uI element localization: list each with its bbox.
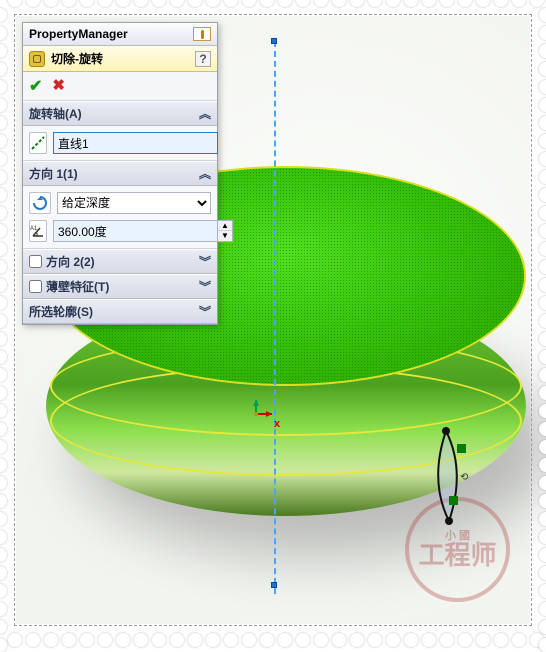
svg-text:A1: A1 (30, 226, 38, 232)
axis-endpoint-top[interactable] (271, 38, 277, 44)
chevron-down-icon[interactable]: ︾ (199, 253, 211, 270)
spin-down-button[interactable]: ▼ (218, 231, 232, 241)
chevron-down-icon[interactable]: ︾ (199, 278, 211, 295)
angle-icon: A1 (29, 220, 47, 242)
chevron-up-icon[interactable]: ︽ (199, 165, 211, 182)
profile-sketch[interactable]: ⟲ (411, 426, 481, 536)
cancel-button[interactable]: ✖ (52, 76, 65, 96)
group-axis-body (23, 126, 217, 161)
ok-button[interactable]: ✔ (29, 76, 42, 96)
watermark-main: 工程师 (418, 540, 496, 570)
group-dir1-body: 给定深度 A1 ▲ ▼ (23, 186, 217, 249)
group-contour-label: 所选轮廓(S) (29, 303, 93, 320)
pin-icon[interactable] (193, 27, 211, 41)
angle-input[interactable] (53, 220, 218, 242)
chevron-down-icon[interactable]: ︾ (199, 303, 211, 320)
group-dir1-label: 方向 1(1) (29, 165, 78, 182)
axis-input[interactable] (53, 132, 218, 154)
group-thin-label: 薄壁特征(T) (46, 278, 109, 295)
group-axis-header[interactable]: 旋转轴(A) ︽ (23, 101, 217, 126)
end-condition-select[interactable]: 给定深度 (57, 192, 211, 214)
stamp-edge-bottom (0, 624, 546, 640)
angle-spinner[interactable]: ▲ ▼ (53, 220, 233, 242)
stamp-edge-left (0, 0, 16, 640)
pm-title-text: PropertyManager (29, 27, 128, 41)
feature-header: 切除-旋转 ? (23, 46, 217, 72)
pm-titlebar[interactable]: PropertyManager (23, 23, 217, 46)
feature-name: 切除-旋转 (51, 50, 103, 67)
spin-up-button[interactable]: ▲ (218, 221, 232, 231)
thin-checkbox[interactable] (29, 280, 42, 293)
axis-endpoint-bottom[interactable] (271, 582, 277, 588)
stamp-edge-right (530, 0, 546, 640)
group-dir1-header[interactable]: 方向 1(1) ︽ (23, 161, 217, 186)
group-axis-label: 旋转轴(A) (29, 105, 82, 122)
confirm-row: ✔ ✖ (23, 72, 217, 101)
axis-y-icon: ↑ (254, 398, 260, 410)
axis-select-icon[interactable] (29, 132, 47, 154)
property-manager-panel: PropertyManager 切除-旋转 ? ✔ ✖ 旋转轴(A) ︽ 方向 … (22, 22, 218, 325)
help-button[interactable]: ? (195, 51, 211, 67)
chevron-up-icon[interactable]: ︽ (199, 105, 211, 122)
cut-revolve-icon (29, 51, 45, 67)
group-dir2-label: 方向 2(2) (46, 253, 95, 270)
group-contour-header[interactable]: 所选轮廓(S) ︾ (23, 299, 217, 324)
dir2-checkbox[interactable] (29, 255, 42, 268)
axis-x-icon: x (274, 418, 280, 430)
svg-text:⟲: ⟲ (460, 472, 469, 483)
group-thin-header[interactable]: 薄壁特征(T) ︾ (23, 274, 217, 299)
group-dir2-header[interactable]: 方向 2(2) ︾ (23, 249, 217, 274)
reverse-direction-icon[interactable] (29, 192, 51, 214)
rotation-axis-line[interactable] (274, 41, 276, 594)
stamp-edge-top (0, 0, 546, 16)
